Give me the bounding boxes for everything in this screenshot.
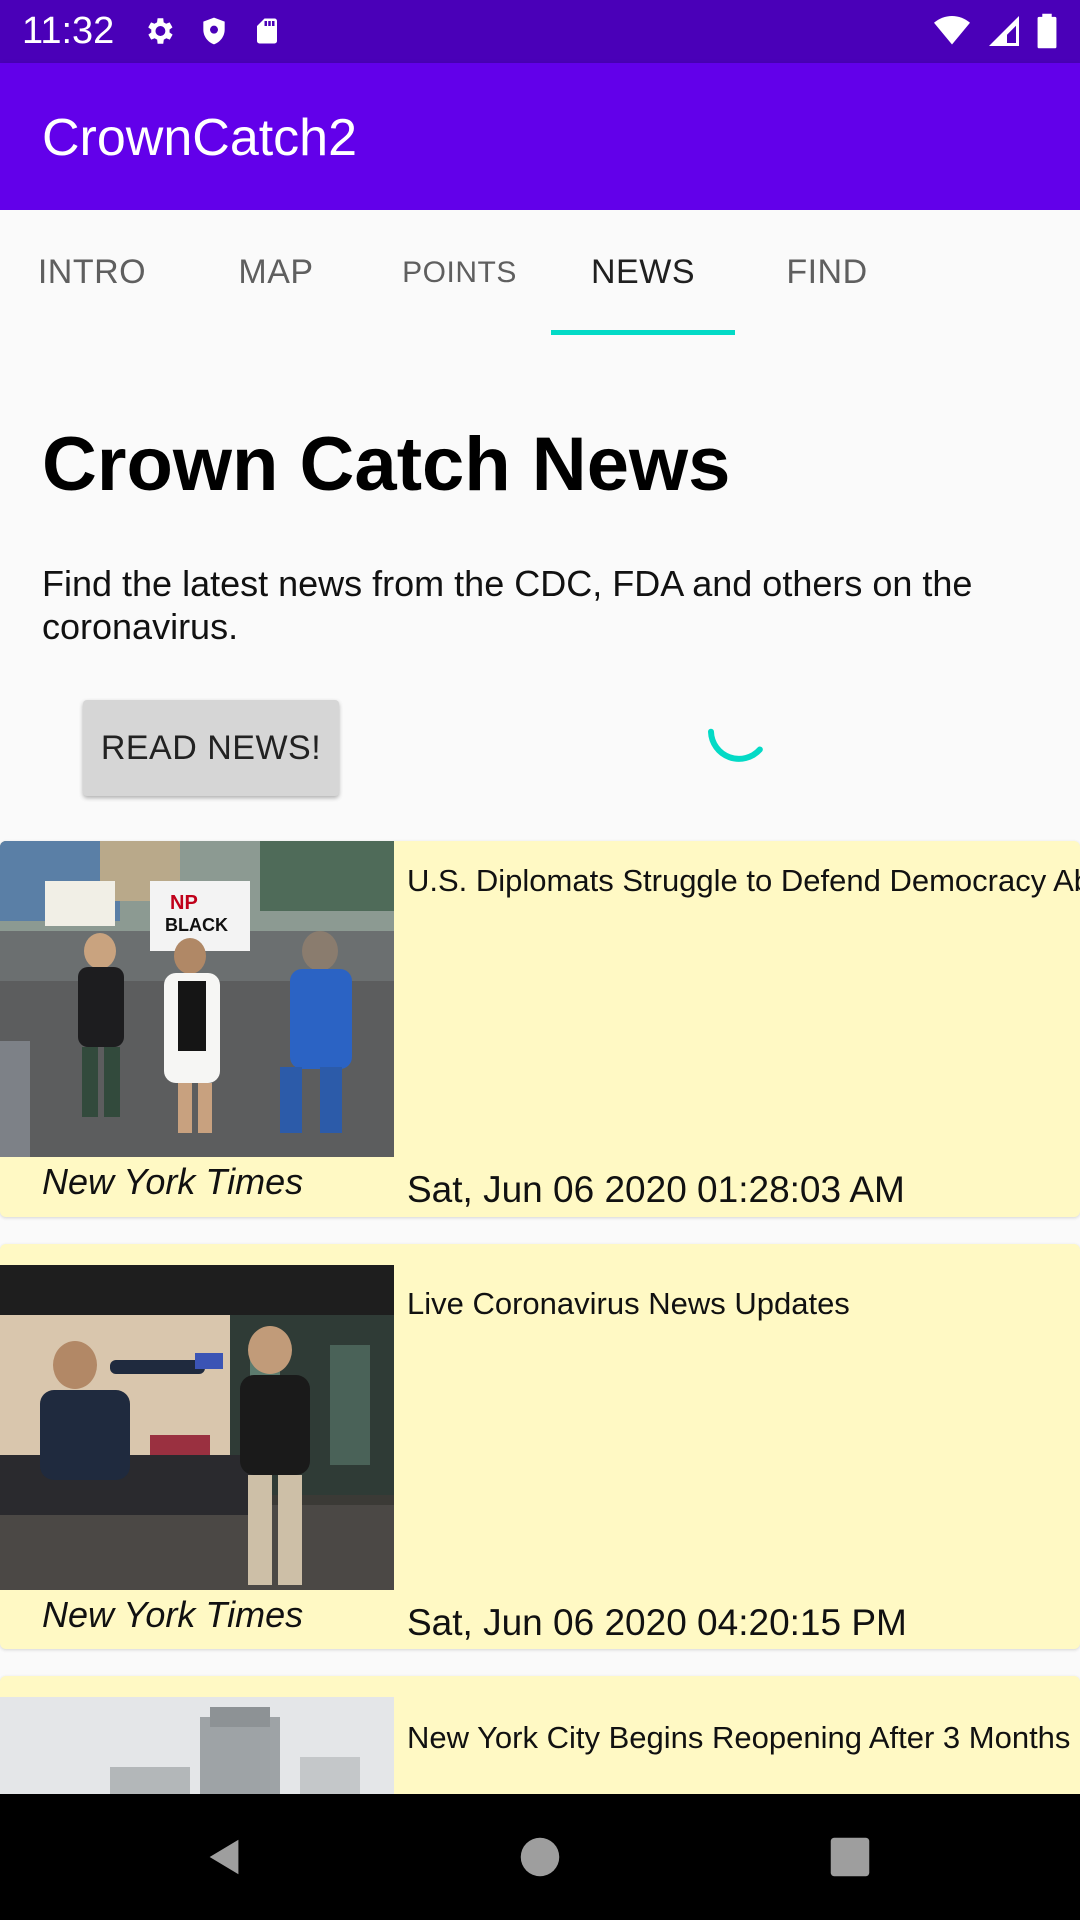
- news-image: [0, 1697, 394, 1794]
- page-title: Crown Catch News: [42, 422, 731, 507]
- news-title: New York City Begins Reopening After 3 M…: [407, 1720, 1071, 1755]
- tab-news[interactable]: NEWS: [551, 210, 735, 335]
- news-card[interactable]: NP BLACK New York Times U.S. Diplomats S…: [0, 841, 1080, 1217]
- app-title: CrownCatch2: [42, 109, 358, 167]
- battery-icon: [1037, 13, 1057, 49]
- loading-spinner-icon: [707, 728, 763, 762]
- content-area: INTRO MAP POINTS NEWS FIND Crown Catch N…: [0, 210, 1080, 1794]
- tab-find[interactable]: FIND: [735, 210, 919, 335]
- news-card[interactable]: New York Times Live Coronavirus News Upd…: [0, 1244, 1080, 1649]
- news-card[interactable]: New York City Begins Reopening After 3 M…: [0, 1676, 1080, 1794]
- app-bar: CrownCatch2: [0, 63, 1080, 210]
- svg-text:BLACK: BLACK: [165, 915, 228, 935]
- navigation-bar: [0, 1794, 1080, 1920]
- status-time: 11:32: [22, 10, 115, 52]
- tab-points[interactable]: POINTS: [368, 210, 551, 335]
- recents-button[interactable]: [790, 1794, 910, 1920]
- tab-intro[interactable]: INTRO: [0, 210, 184, 335]
- back-button[interactable]: [165, 1794, 285, 1920]
- recents-icon: [830, 1837, 870, 1877]
- tab-indicator: [551, 330, 735, 335]
- status-right-icons: [932, 12, 1058, 50]
- news-source: New York Times: [42, 1594, 304, 1635]
- status-left-icons: [142, 12, 282, 50]
- home-button[interactable]: [480, 1794, 600, 1920]
- read-news-button[interactable]: READ NEWS!: [83, 700, 339, 796]
- news-source: New York Times: [42, 1161, 304, 1202]
- news-title: Live Coronavirus News Updates: [407, 1286, 850, 1321]
- news-date: Sat, Jun 06 2020 01:28:03 AM: [407, 1169, 905, 1210]
- shield-icon: [203, 17, 225, 45]
- svg-text:NP: NP: [170, 892, 198, 914]
- news-title: U.S. Diplomats Struggle to Defend Democr…: [407, 863, 1080, 898]
- page-description: Find the latest news from the CDC, FDA a…: [42, 563, 973, 647]
- status-bar: 11:32: [0, 0, 1080, 63]
- cell-signal-icon: [989, 16, 1019, 46]
- news-image: [0, 1265, 394, 1590]
- tab-bar: INTRO MAP POINTS NEWS FIND: [0, 210, 1080, 335]
- settings-icon: [148, 18, 173, 44]
- news-date: Sat, Jun 06 2020 04:20:15 PM: [407, 1602, 907, 1643]
- wifi-icon: [934, 16, 970, 45]
- sd-card-icon: [257, 18, 277, 44]
- news-image: NP BLACK: [0, 841, 394, 1157]
- back-icon: [209, 1839, 239, 1875]
- tab-map[interactable]: MAP: [184, 210, 368, 335]
- home-icon: [520, 1837, 560, 1877]
